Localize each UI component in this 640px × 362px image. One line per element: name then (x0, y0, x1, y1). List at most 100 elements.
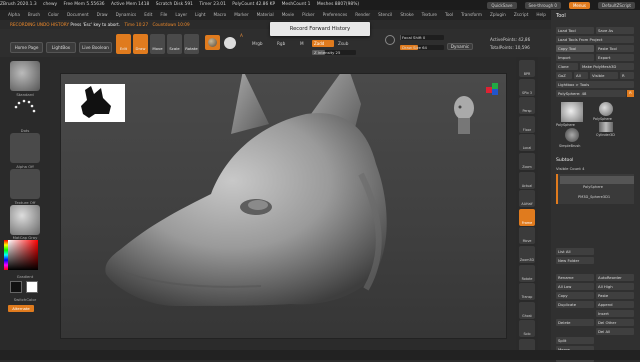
subtool-header[interactable]: Subtool (556, 158, 573, 163)
z-intensity-slider[interactable]: Z Intensity 25 (312, 50, 356, 55)
tool-thumb-polysphere[interactable] (561, 102, 583, 122)
subtool-item-pm3d[interactable]: PM3D_Sphere3D1 (578, 195, 610, 199)
menu-edit[interactable]: Edit (144, 10, 152, 20)
shelf-solo-button[interactable]: Solo (519, 320, 535, 338)
menu-layer[interactable]: Layer (175, 10, 187, 20)
all-low-button[interactable]: All Low (556, 283, 594, 290)
menu-zplugin[interactable]: Zplugin (490, 10, 506, 20)
shelf-rotate-button[interactable]: Rotate (519, 264, 535, 282)
texture-off-icon[interactable] (10, 169, 40, 199)
menu-transform[interactable]: Transform (461, 10, 482, 20)
duplicate-button[interactable]: Duplicate (556, 301, 594, 308)
shelf-ghost-button[interactable]: Ghost (519, 301, 535, 319)
paste-tool-button[interactable]: Paste Tool (596, 45, 634, 52)
load-tool-button[interactable]: Load Tool (556, 27, 594, 34)
secondary-color-swatch[interactable] (26, 281, 38, 293)
dynamic-toggle[interactable]: Dynamic (447, 43, 473, 50)
menu-dynamics[interactable]: Dynamics (116, 10, 137, 20)
menu-file[interactable]: File (160, 10, 167, 20)
home-page-button[interactable]: Home Page (10, 42, 43, 53)
tool-thumb-simplebrush[interactable] (565, 128, 579, 142)
menu-stroke[interactable]: Stroke (400, 10, 413, 20)
copy-tool-button[interactable]: Copy Tool (556, 45, 594, 52)
all-button[interactable]: All (574, 72, 588, 79)
load-project-button[interactable]: Load Tools From Project (556, 36, 634, 43)
menus-toggle[interactable]: Menus (568, 1, 591, 9)
autoreorder-button[interactable]: AutoReorder (596, 274, 634, 281)
m-toggle[interactable]: M (300, 41, 304, 46)
menu-tool[interactable]: Tool (445, 10, 453, 20)
menu-marker[interactable]: Marker (234, 10, 248, 20)
shelf-bpr-button[interactable]: BPR (519, 60, 535, 77)
tool-thumb-cylinder[interactable] (599, 122, 613, 132)
menu-movie[interactable]: Movie (282, 10, 294, 20)
menu-draw[interactable]: Draw (97, 10, 108, 20)
shelf-local-button[interactable]: Local (519, 134, 535, 152)
draw-button[interactable]: Draw (133, 34, 148, 54)
split-button[interactable]: Split (556, 337, 594, 344)
visible-button[interactable]: Visible (590, 72, 618, 79)
brush-standard-icon[interactable] (10, 61, 40, 91)
shelf-aahalf-button[interactable]: AAHalf (519, 190, 535, 208)
shelf-zoom-button[interactable]: Zoom (519, 153, 535, 170)
all-high-button[interactable]: All High (596, 283, 634, 290)
rotate-button[interactable]: Rotate (184, 34, 199, 54)
quicksave-button[interactable]: QuickSave (487, 1, 517, 9)
shelf-floor-button[interactable]: Floor (519, 115, 535, 133)
see-through-slider[interactable]: See-through 0 (524, 1, 561, 9)
draw-size-slider[interactable]: Draw Size 64 (400, 45, 444, 50)
menu-macro[interactable]: Macro (214, 10, 227, 20)
shelf-transp-button[interactable]: Transp (519, 283, 535, 301)
menu-zscript[interactable]: Zscript (514, 10, 529, 20)
material-swatch[interactable] (205, 35, 220, 50)
paste-subtool-button[interactable]: Paste (596, 292, 634, 299)
menu-texture[interactable]: Texture (422, 10, 437, 20)
menu-color[interactable]: Color (48, 10, 59, 20)
default-zscript-button[interactable]: DefaultZScript (598, 1, 635, 9)
shelf-zoom3d-button[interactable]: Zoom3D (519, 246, 535, 263)
clone-button[interactable]: Clone (556, 63, 578, 70)
matcap-gray-icon[interactable] (10, 205, 40, 235)
lightbox-button[interactable]: LightBox (46, 42, 76, 53)
new-folder-button[interactable]: New Folder (556, 257, 594, 264)
zadd-toggle[interactable]: Zadd (312, 40, 334, 47)
color-picker-icon[interactable] (224, 37, 236, 49)
alternate-toggle[interactable]: Alternate (8, 305, 34, 312)
edit-button[interactable]: Edit (116, 34, 131, 54)
rgb-toggle[interactable]: Rgb (277, 41, 285, 46)
goz-button[interactable]: GoZ (556, 72, 572, 79)
alpha-off-icon[interactable] (10, 133, 40, 163)
lightbox-tools-button[interactable]: Lightbox > Tools (556, 81, 634, 88)
orientation-gizmo[interactable] (486, 83, 500, 97)
menu-document[interactable]: Document (67, 10, 89, 20)
move-button[interactable]: Move (150, 34, 165, 54)
menu-render[interactable]: Render (355, 10, 370, 20)
shelf-move-button[interactable]: Move (519, 227, 535, 245)
shelf-actual-button[interactable]: Actual (519, 171, 535, 189)
insert-button[interactable]: Insert (596, 310, 634, 317)
shelf-spix-3-button[interactable]: SPix 3 (519, 78, 535, 96)
menu-material[interactable]: Material (257, 10, 274, 20)
navigation-head-icon[interactable] (449, 94, 479, 136)
color-picker[interactable] (8, 240, 38, 270)
stroke-dots-icon[interactable] (10, 97, 40, 127)
del-all-button[interactable]: Del All (596, 328, 634, 335)
zsub-toggle[interactable]: Zsub (338, 41, 348, 46)
subtool-item-polysphere[interactable]: PolySphere (583, 185, 603, 189)
export-button[interactable]: Export (596, 54, 634, 61)
menu-alpha[interactable]: Alpha (8, 10, 20, 20)
copy-subtool-button[interactable]: Copy (556, 292, 594, 299)
subtool-item-selected[interactable] (560, 176, 634, 184)
menu-picker[interactable]: Picker (302, 10, 314, 20)
current-tool-slider[interactable]: PolySphere: 48 (556, 90, 626, 97)
tool-thumb-sphere[interactable] (599, 102, 613, 116)
make-polymesh-button[interactable]: Make PolyMesh3D (580, 63, 634, 70)
menu-stencil[interactable]: Stencil (378, 10, 392, 20)
main-color-swatch[interactable] (10, 281, 22, 293)
hue-slider[interactable] (4, 240, 8, 270)
list-all-button[interactable]: List All (556, 248, 594, 255)
import-button[interactable]: Import (556, 54, 594, 61)
r-reset-button[interactable]: R (627, 90, 634, 97)
rename-button[interactable]: Rename (556, 274, 594, 281)
menu-help[interactable]: Help (536, 10, 546, 20)
